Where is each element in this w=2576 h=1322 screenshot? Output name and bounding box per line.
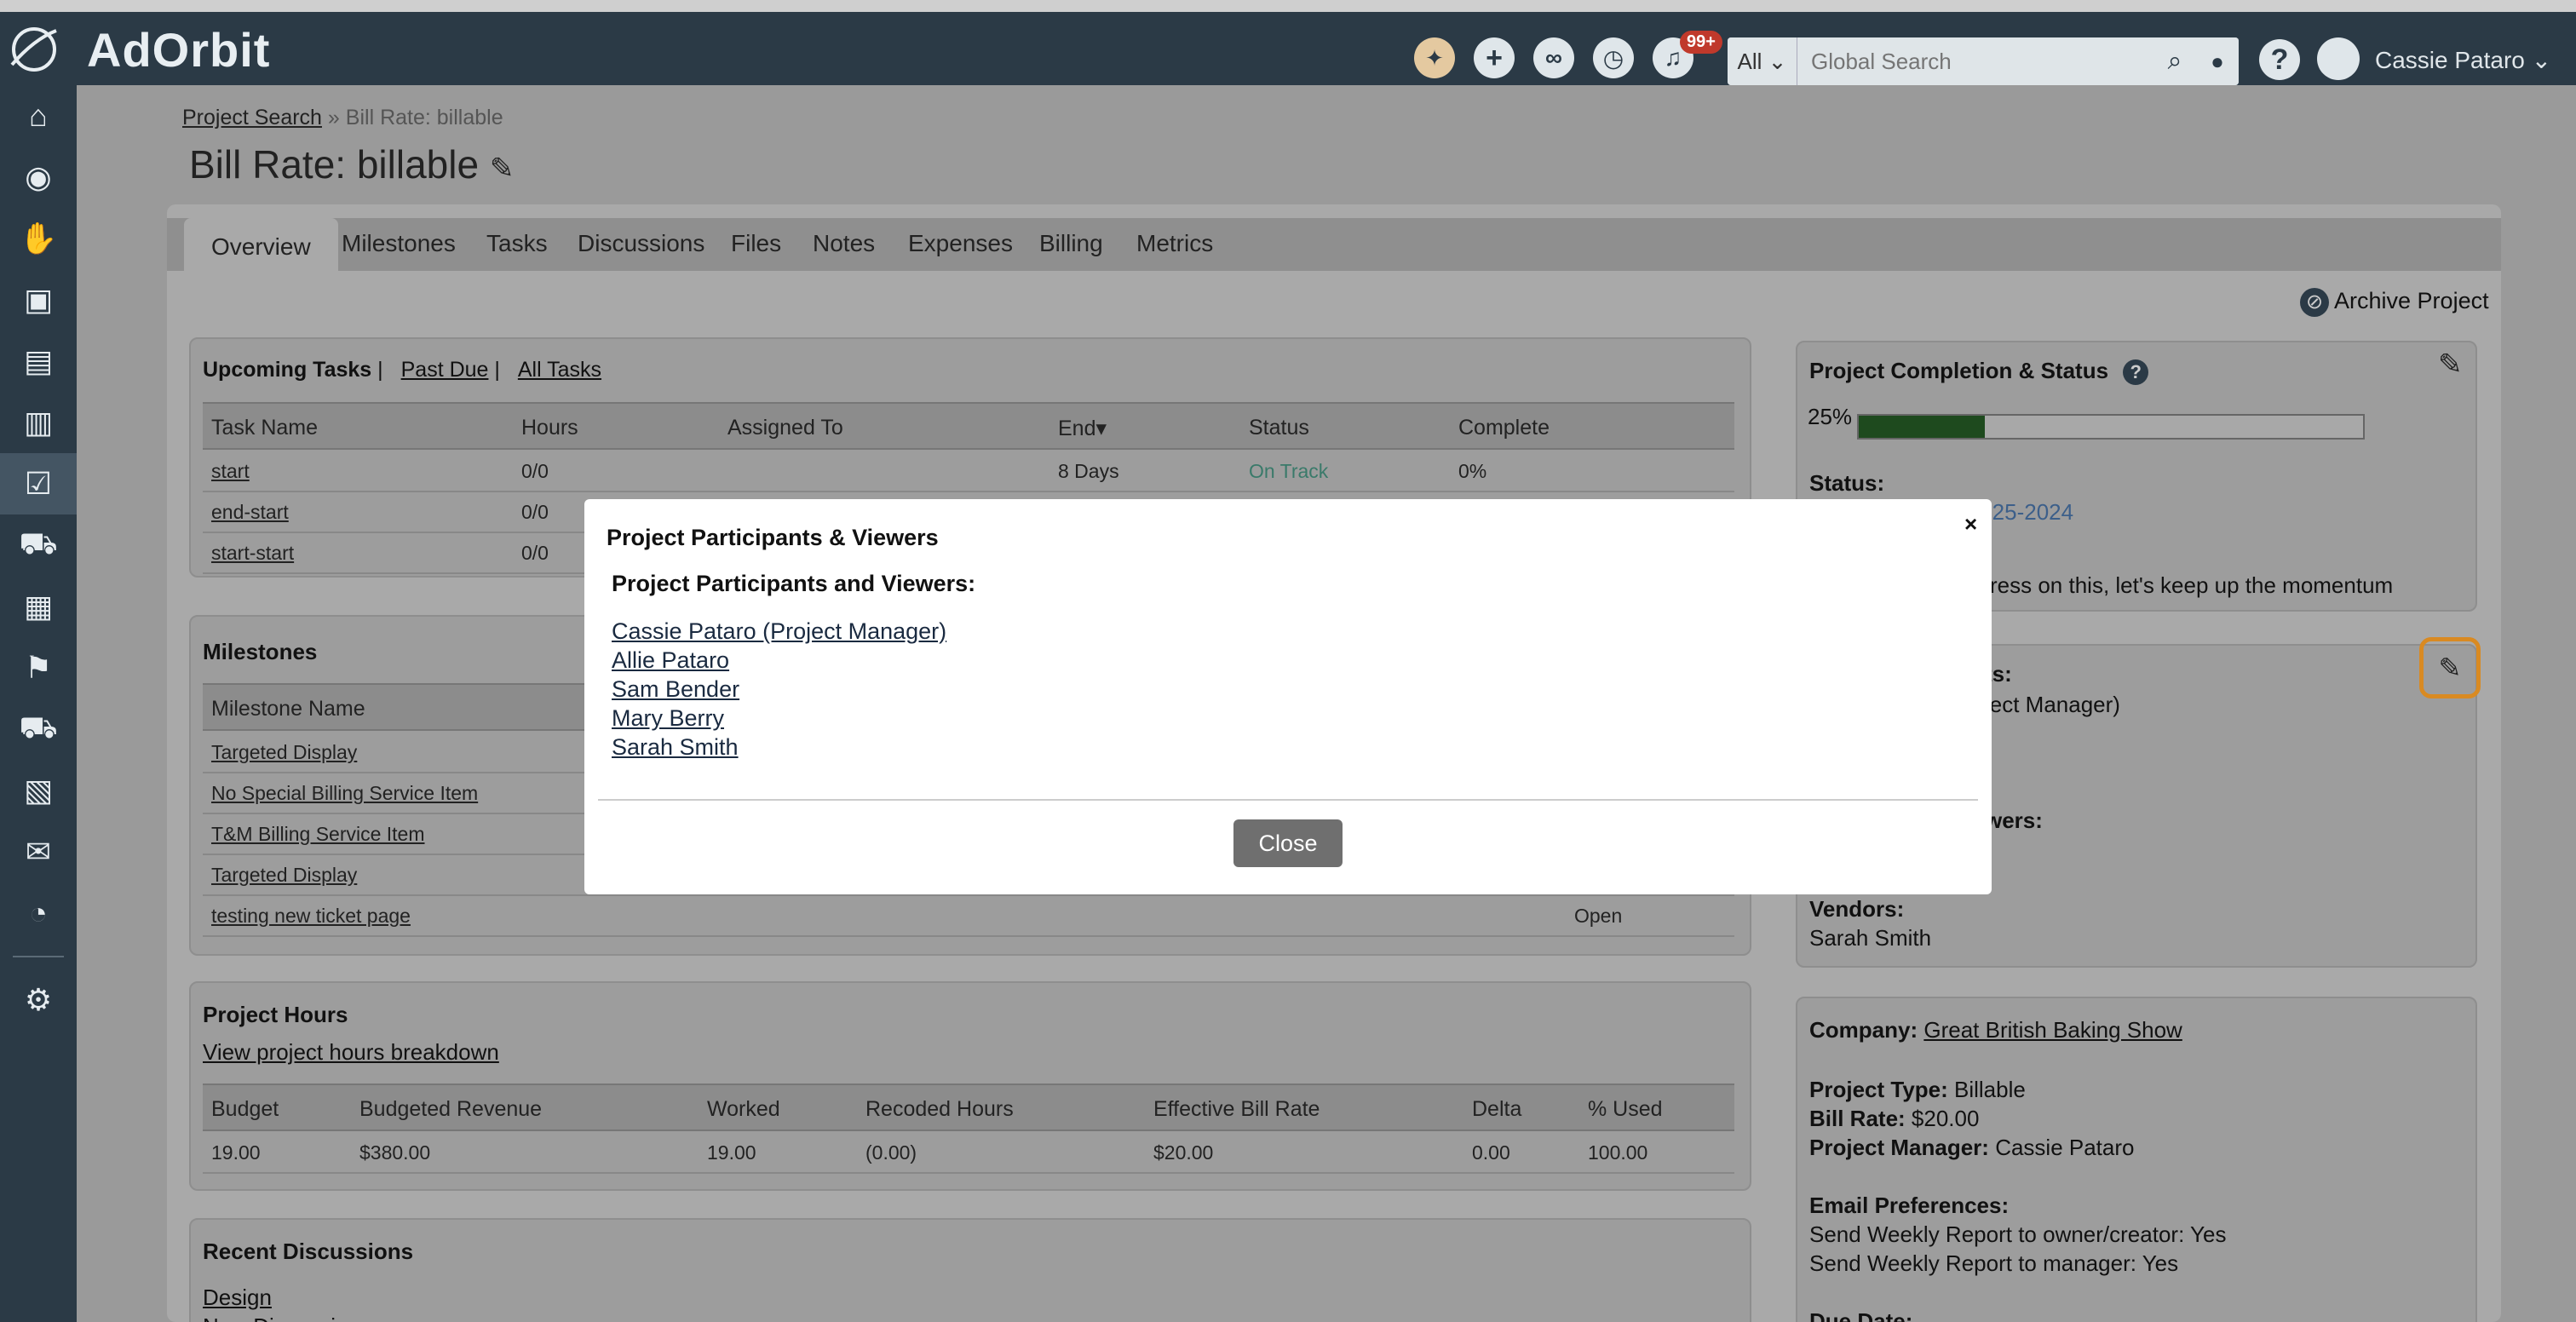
participant-link[interactable]: Mary Berry bbox=[612, 705, 946, 734]
close-button[interactable]: Close bbox=[1233, 819, 1343, 867]
close-icon[interactable]: × bbox=[1964, 511, 1977, 537]
participants-list: Cassie Pataro (Project Manager) Allie Pa… bbox=[612, 618, 946, 763]
modal-divider bbox=[598, 799, 1978, 801]
modal-title: Project Participants & Viewers bbox=[607, 525, 939, 550]
modal-subtitle: Project Participants and Viewers: bbox=[612, 571, 976, 596]
participant-link[interactable]: Sam Bender bbox=[612, 676, 946, 705]
participants-modal: Project Participants & Viewers × Project… bbox=[584, 499, 1992, 894]
participant-link[interactable]: Allie Pataro bbox=[612, 647, 946, 676]
participant-link[interactable]: Sarah Smith bbox=[612, 734, 946, 763]
participant-link[interactable]: Cassie Pataro (Project Manager) bbox=[612, 618, 946, 647]
